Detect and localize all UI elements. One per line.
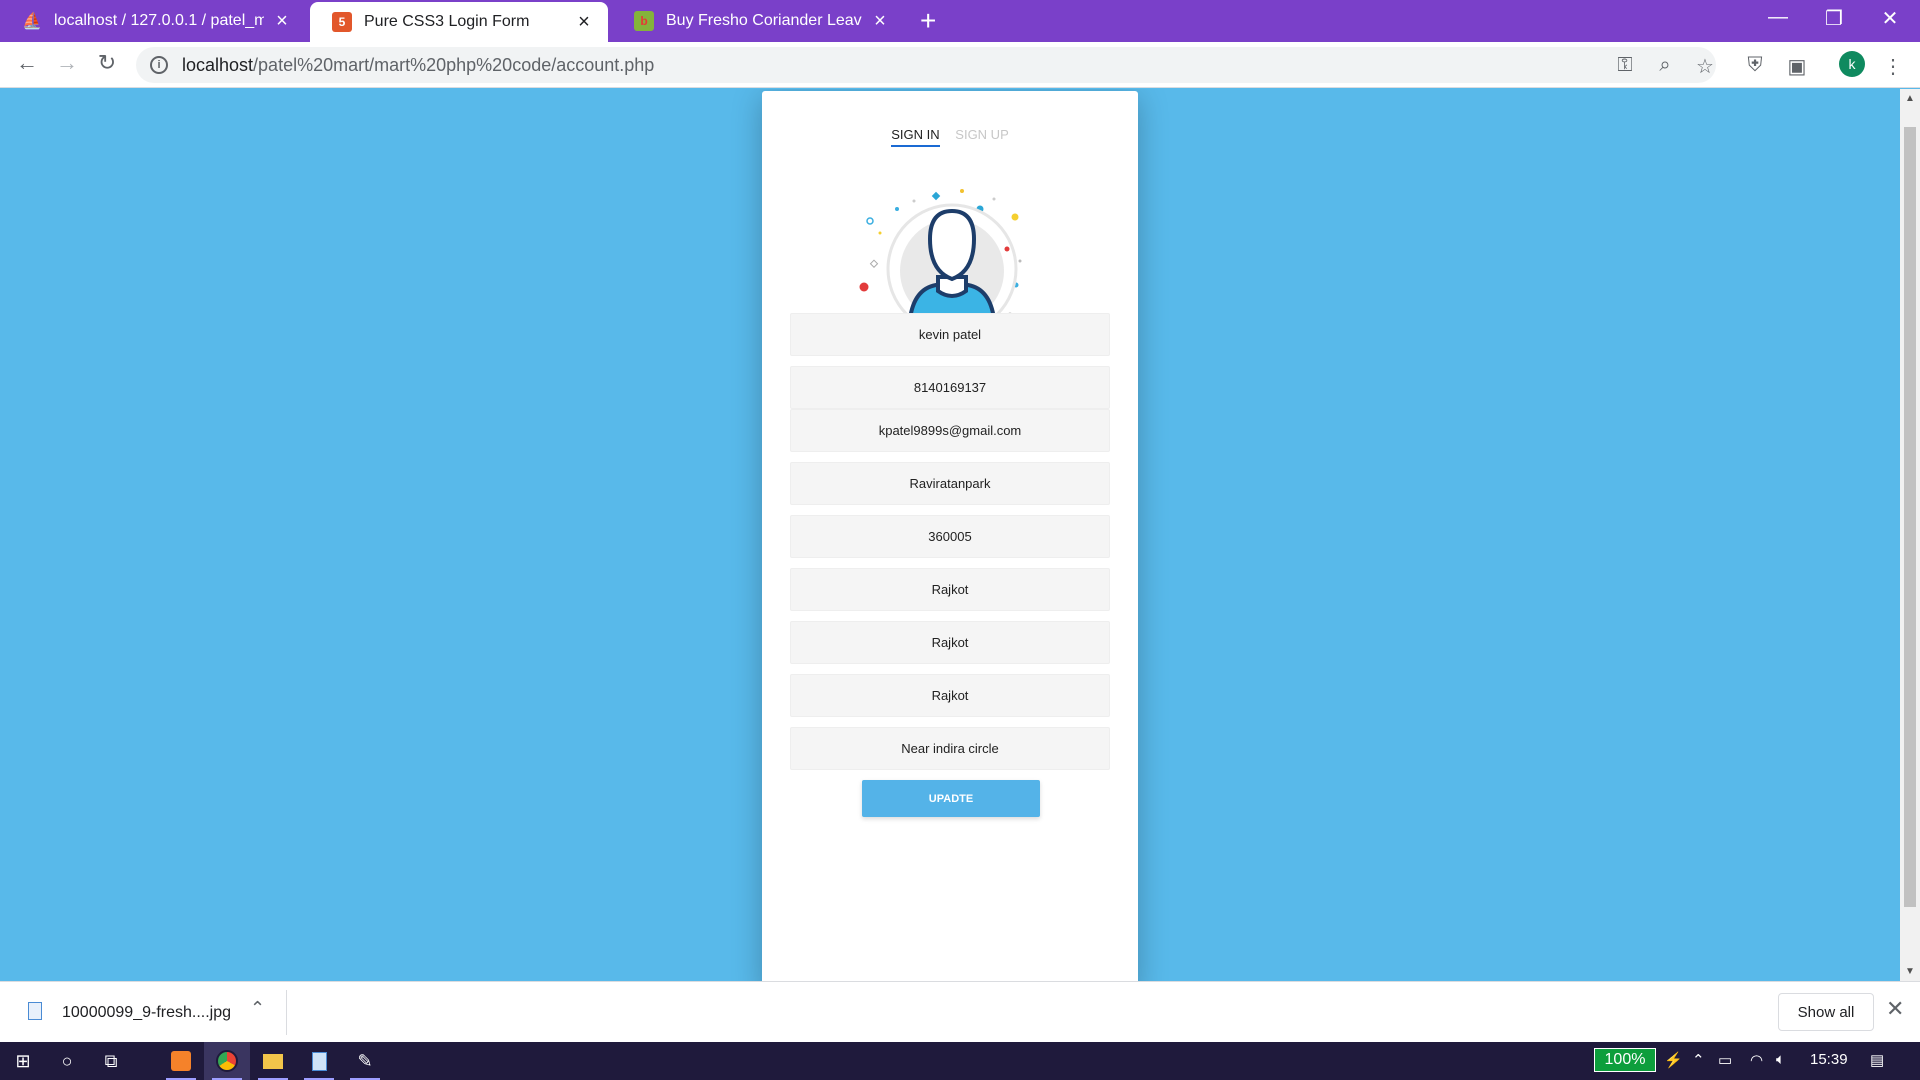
scrollbar-thumb[interactable] bbox=[1904, 127, 1916, 907]
windows-taskbar: ⊞ ○ ⧉ ✎ 100% ⚡ ⌃ ▭ ◠ 🔈︎ 15:39 ▤ bbox=[0, 1042, 1920, 1080]
minimize-icon[interactable]: — bbox=[1758, 6, 1798, 29]
forward-icon[interactable]: → bbox=[52, 50, 82, 76]
restore-icon[interactable]: ❐ bbox=[1814, 6, 1854, 31]
tab-sign-in[interactable]: SIGN IN bbox=[891, 127, 940, 147]
chevron-up-icon[interactable]: ⌃ bbox=[250, 998, 265, 1019]
url-host: localhost bbox=[182, 54, 254, 75]
back-icon[interactable]: ← bbox=[12, 50, 42, 76]
paint-app-icon[interactable]: ✎ bbox=[342, 1042, 388, 1080]
shield-extension-icon[interactable]: ⛨ bbox=[1742, 54, 1768, 77]
pincode-field[interactable] bbox=[790, 515, 1110, 558]
download-shelf: 10000099_9-fresh....jpg ⌃ Show all ✕ bbox=[0, 981, 1920, 1042]
wifi-icon[interactable]: ◠ bbox=[1750, 1051, 1763, 1069]
volume-muted-icon[interactable]: 🔈︎ bbox=[1776, 1051, 1785, 1068]
close-tab-icon[interactable]: × bbox=[574, 11, 594, 34]
browser-tab-strip: ⛵ localhost / 127.0.0.1 / patel_mart × 5… bbox=[0, 0, 1920, 42]
browser-toolbar: ← → ↻ i localhost/patel%20mart/mart%20ph… bbox=[0, 42, 1920, 88]
notifications-icon[interactable]: ▤ bbox=[1870, 1051, 1884, 1069]
tab-login-form[interactable]: 5 Pure CSS3 Login Form × bbox=[310, 2, 608, 42]
phpmyadmin-icon: ⛵ bbox=[22, 13, 42, 30]
new-tab-icon[interactable]: + bbox=[920, 6, 936, 36]
reload-icon[interactable]: ↻ bbox=[92, 50, 122, 76]
close-shelf-icon[interactable]: ✕ bbox=[1886, 996, 1904, 1022]
menu-kebab-icon[interactable]: ⋮ bbox=[1880, 54, 1906, 79]
url-text: localhost/patel%20mart/mart%20php%20code… bbox=[182, 55, 654, 76]
close-tab-icon[interactable]: × bbox=[272, 10, 292, 33]
tab-title: Buy Fresho Coriander Leaves 500 bbox=[666, 12, 862, 29]
account-card: SIGN IN SIGN UP kevin patel 8140169137 k… bbox=[762, 91, 1138, 981]
xampp-logo bbox=[171, 1051, 191, 1071]
clock-text[interactable]: 15:39 bbox=[1810, 1051, 1848, 1068]
bigbasket-icon: b bbox=[634, 11, 654, 31]
file-explorer-icon[interactable] bbox=[250, 1042, 296, 1080]
site-info-icon[interactable]: i bbox=[150, 56, 168, 74]
chevron-up-tray-icon[interactable]: ⌃ bbox=[1692, 1051, 1705, 1069]
city-field[interactable] bbox=[790, 568, 1110, 611]
power-plug-icon[interactable]: ⚡ bbox=[1664, 1051, 1683, 1069]
address-bar[interactable]: i localhost/patel%20mart/mart%20php%20co… bbox=[136, 47, 1716, 83]
folder-logo bbox=[263, 1053, 283, 1069]
extension-icon[interactable]: ▣ bbox=[1784, 54, 1810, 79]
area-field[interactable] bbox=[790, 462, 1110, 505]
chrome-logo bbox=[216, 1050, 238, 1072]
document-logo bbox=[311, 1051, 327, 1071]
district-field[interactable] bbox=[790, 621, 1110, 664]
tab-title: localhost / 127.0.0.1 / patel_mart bbox=[54, 12, 264, 29]
scroll-down-icon[interactable]: ▼ bbox=[1900, 966, 1920, 977]
show-all-button[interactable]: Show all bbox=[1778, 993, 1874, 1031]
shelf-divider bbox=[286, 990, 287, 1035]
bookmark-star-icon[interactable]: ☆ bbox=[1692, 54, 1718, 79]
page-scrollbar[interactable]: ▲ ▼ bbox=[1900, 89, 1920, 981]
task-view-icon[interactable]: ⧉ bbox=[88, 1042, 134, 1080]
url-path: /patel%20mart/mart%20php%20code/account.… bbox=[253, 54, 655, 75]
scroll-up-icon[interactable]: ▲ bbox=[1900, 93, 1920, 104]
phone-field[interactable] bbox=[790, 366, 1110, 409]
tab-phpmyadmin[interactable]: ⛵ localhost / 127.0.0.1 / patel_mart × bbox=[0, 0, 306, 42]
battery-icon[interactable]: ▭ bbox=[1718, 1051, 1732, 1069]
tab-title: Pure CSS3 Login Form bbox=[364, 13, 530, 30]
state-field[interactable] bbox=[790, 674, 1110, 717]
chrome-app-icon[interactable] bbox=[204, 1042, 250, 1080]
image-file-icon bbox=[28, 1002, 42, 1020]
page-viewport: SIGN IN SIGN UP kevin patel 8140169137 k… bbox=[0, 89, 1900, 981]
download-file-name[interactable]: 10000099_9-fresh....jpg bbox=[62, 1004, 231, 1022]
windows-start-icon[interactable]: ⊞ bbox=[0, 1042, 46, 1080]
form-tabs: SIGN IN SIGN UP bbox=[762, 127, 1138, 147]
notepad-icon[interactable] bbox=[296, 1042, 342, 1080]
battery-percentage[interactable]: 100% bbox=[1594, 1048, 1656, 1072]
close-window-icon[interactable]: ✕ bbox=[1870, 6, 1910, 31]
xampp-app-icon[interactable] bbox=[158, 1042, 204, 1080]
profile-avatar[interactable]: k bbox=[1839, 51, 1865, 77]
key-icon[interactable]: ⚿ bbox=[1612, 54, 1638, 77]
tab-bigbasket[interactable]: b Buy Fresho Coriander Leaves 500 × bbox=[612, 0, 904, 42]
name-field[interactable] bbox=[790, 313, 1110, 356]
zoom-icon[interactable]: ⌕ bbox=[1652, 54, 1678, 77]
html5-icon: 5 bbox=[332, 12, 352, 32]
tab-sign-up[interactable]: SIGN UP bbox=[955, 127, 1008, 145]
cortana-search-icon[interactable]: ○ bbox=[44, 1042, 90, 1080]
email-field[interactable] bbox=[790, 409, 1110, 452]
landmark-field[interactable] bbox=[790, 727, 1110, 770]
update-button[interactable]: UPADTE bbox=[862, 780, 1040, 817]
close-tab-icon[interactable]: × bbox=[870, 10, 890, 33]
